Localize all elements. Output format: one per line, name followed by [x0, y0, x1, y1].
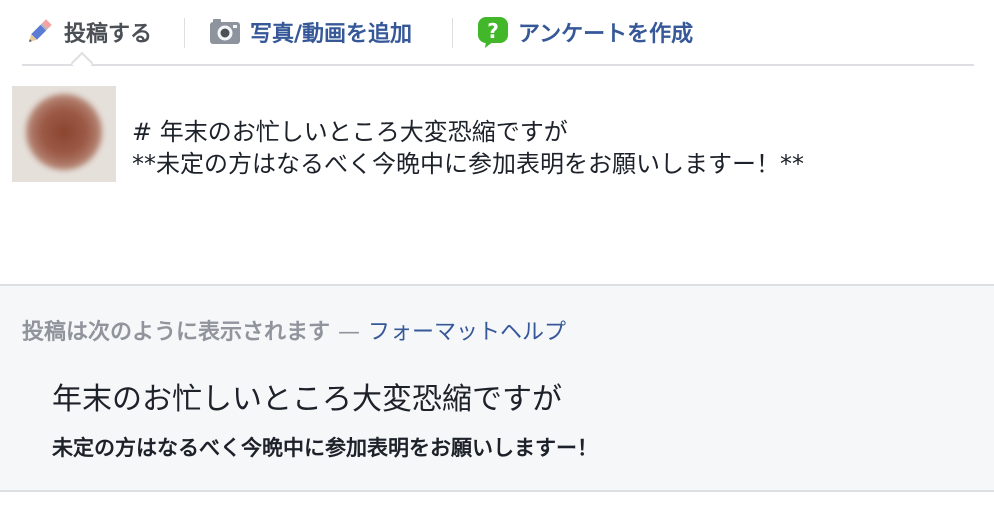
- avatar[interactable]: [12, 86, 116, 182]
- composer-text-area[interactable]: # 年末のお忙しいところ大変恐縮ですが **未定の方はなるべく今晩中に参加表明を…: [132, 116, 972, 180]
- composer-line: **未定の方はなるべく今晩中に参加表明をお願いしますー！**: [132, 150, 804, 178]
- preview-separator: —: [338, 320, 361, 345]
- format-help-link[interactable]: フォーマットヘルプ: [368, 320, 566, 345]
- avatar-image: [26, 94, 102, 170]
- composer-line: # 年末のお忙しいところ大変恐縮ですが: [132, 118, 568, 146]
- tab-post-label: 投稿する: [64, 22, 153, 47]
- tab-divider: [184, 18, 185, 48]
- tab-add-photo-video[interactable]: 写真/動画を追加: [208, 14, 412, 50]
- composer-tabs: 投稿する 写真/動画を追加 ? アンケートを作成: [22, 0, 974, 66]
- preview-bold-text: 未定の方はなるべく今晩中に参加表明をお願いしますー！: [52, 436, 598, 460]
- preview-label: 投稿は次のように表示されます: [22, 320, 331, 345]
- tab-create-poll-label: アンケートを作成: [518, 22, 694, 47]
- pencil-icon: [29, 19, 52, 42]
- preview-header: 投稿は次のように表示されます — フォーマットヘルプ: [22, 314, 566, 346]
- post-preview: 投稿は次のように表示されます — フォーマットヘルプ 年末のお忙しいところ大変恐縮で…: [0, 284, 994, 492]
- svg-text:?: ?: [487, 19, 499, 43]
- tab-post[interactable]: 投稿する: [22, 14, 152, 50]
- tab-divider: [452, 18, 453, 48]
- question-bubble-icon: ?: [478, 17, 508, 48]
- camera-icon: [210, 19, 240, 44]
- preview-heading: 年末のお忙しいところ大変恐縮ですが: [52, 382, 562, 417]
- tab-add-photo-video-label: 写真/動画を追加: [250, 22, 413, 47]
- tab-create-poll[interactable]: ? アンケートを作成: [476, 14, 693, 50]
